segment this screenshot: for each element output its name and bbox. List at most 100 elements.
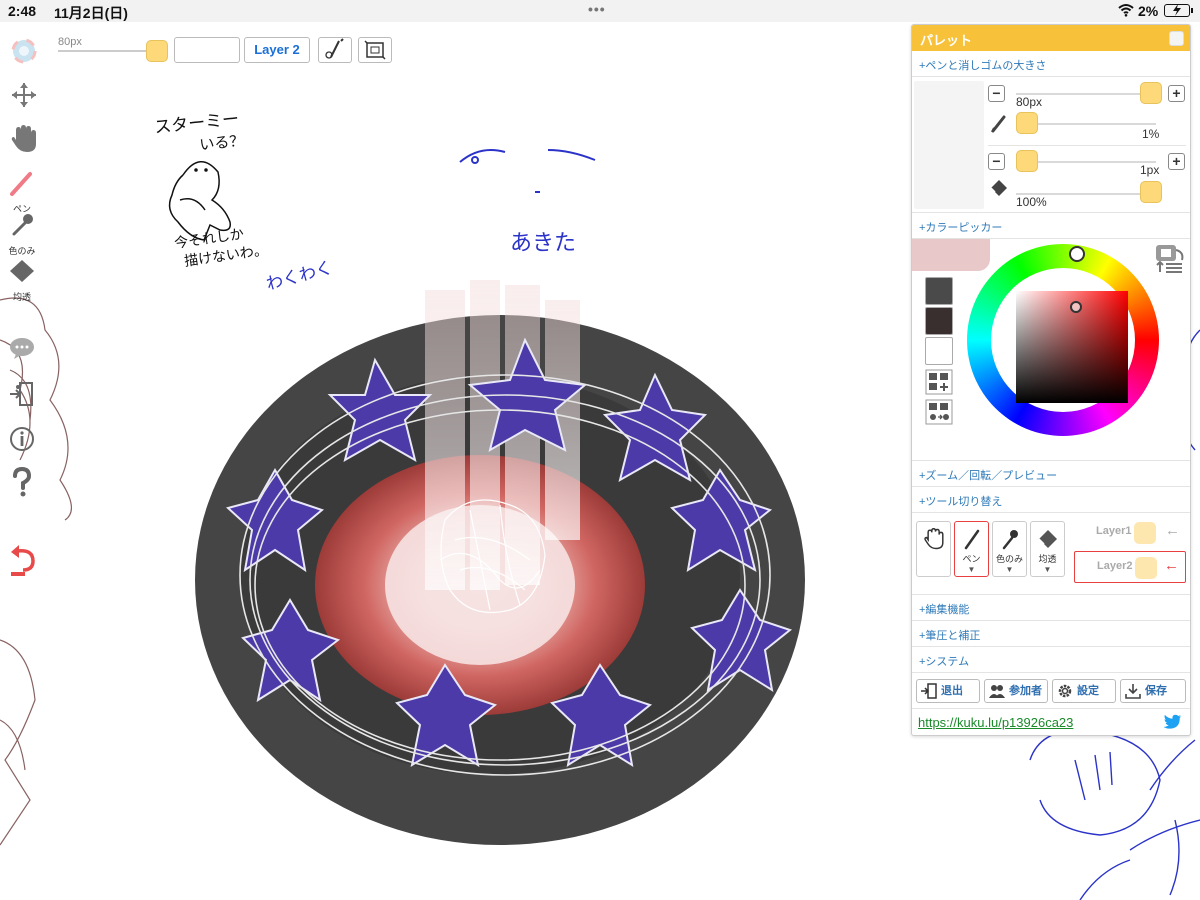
palette-panel: パレット +ペンと消しゴムの大きさ − + 80px 1% − + 1px 10… (911, 24, 1191, 736)
brush-size-slider-knob[interactable] (146, 40, 168, 62)
door-exit-icon (10, 382, 33, 406)
swatch-3[interactable] (925, 337, 953, 365)
doodle-text-5: わくわく (264, 258, 335, 295)
pen-gear-icon (325, 38, 344, 59)
section-zoom[interactable]: +ズーム／回転／プレビュー (912, 461, 1190, 487)
sv-picker-handle[interactable] (1070, 301, 1082, 313)
section-system[interactable]: +システム (912, 647, 1190, 673)
brush-size-slider-track[interactable] (58, 50, 158, 52)
section-tool-switch[interactable]: +ツール切り替え (912, 487, 1190, 513)
transform-icon (364, 40, 386, 60)
layer-1-arrow-icon: ← (1165, 522, 1180, 539)
save-button-label: 保存 (1145, 685, 1167, 697)
palette-header[interactable]: パレット (912, 25, 1190, 51)
pen-opacity-value: 1% (1142, 127, 1160, 141)
hue-picker-handle[interactable] (1069, 246, 1085, 262)
eraser-size-minus-button[interactable]: − (988, 153, 1005, 170)
pen-settings-button[interactable] (318, 37, 352, 63)
layer-2-opacity-knob[interactable] (1135, 557, 1157, 579)
undo-icon (11, 545, 35, 576)
layer-row-1[interactable]: Layer1 ← (1074, 517, 1186, 549)
tool-eyedropper-label: 色のみ (995, 554, 1023, 564)
people-icon (989, 685, 1005, 698)
doodle-text-6: あきた (510, 231, 576, 256)
doodle-text-2: いる？ (199, 131, 246, 154)
eyedropper-tool-button[interactable]: 色のみ (0, 212, 44, 257)
swatch-2[interactable] (925, 307, 953, 335)
status-bar: 2:48 11月2日(日) ••• 2% (0, 0, 1200, 22)
transform-button[interactable] (358, 37, 392, 63)
app-root: { "status_bar": { "time": "2:48", "date"… (0, 0, 1200, 900)
hand-icon (11, 125, 36, 152)
tool-eyedropper-button[interactable]: 色のみ ▼ (992, 521, 1027, 577)
color-mode-icon[interactable] (1152, 242, 1186, 276)
pen-tool-button[interactable]: ペン (0, 170, 44, 215)
doodle-face (459, 149, 596, 193)
info-icon (10, 427, 34, 451)
section-pen-eraser-size[interactable]: +ペンと消しゴムの大きさ (912, 51, 1190, 77)
tool-hand-button[interactable] (916, 521, 951, 577)
color-wheel-button[interactable] (2, 38, 46, 69)
move-arrows-icon (12, 83, 36, 107)
layer-switch-button[interactable]: Layer 2 (244, 37, 310, 63)
section-pressure[interactable]: +筆圧と補正 (912, 621, 1190, 647)
section-edit[interactable]: +編集機能 (912, 595, 1190, 621)
palette-close-button[interactable] (1169, 31, 1184, 46)
participants-button[interactable]: 参加者 (984, 679, 1048, 703)
tool-pen-button[interactable]: ペン ▼ (954, 521, 989, 577)
add-swatch-icon[interactable] (925, 369, 953, 395)
pen-opacity-knob[interactable] (1016, 112, 1038, 134)
tool-transparent-button[interactable]: 均透 ▼ (1030, 521, 1065, 577)
layer-row-2[interactable]: Layer2 ← (1074, 551, 1186, 583)
swap-swatch-icon[interactable] (925, 399, 953, 425)
undo-button[interactable] (0, 545, 44, 582)
chat-bubble-icon (10, 338, 34, 359)
layer-2-arrow-icon: ← (1164, 557, 1179, 574)
action-button-row: 退出 参加者 設定 保存 (912, 673, 1190, 709)
eraser-size-plus-button[interactable]: + (1168, 153, 1185, 170)
tool-transparent-label: 均透 (1038, 554, 1057, 564)
exit-button-label: 退出 (941, 685, 963, 697)
move-button[interactable] (2, 82, 46, 113)
brush-size-label: 80px (58, 36, 82, 48)
save-button[interactable]: 保存 (1120, 679, 1186, 703)
eraser-size-value: 1px (1140, 163, 1160, 177)
pen-icon (10, 172, 32, 196)
exit-room-button[interactable] (0, 380, 44, 413)
doodle-character (168, 161, 232, 241)
twitter-icon[interactable] (1164, 714, 1182, 730)
pen-icon (964, 529, 979, 550)
exit-button[interactable]: 退出 (916, 679, 980, 703)
pen-size-plus-button[interactable]: + (1168, 85, 1185, 102)
brush-preview (914, 81, 984, 209)
layer-2-name: Layer2 (1097, 560, 1133, 572)
status-time: 2:48 (8, 3, 37, 19)
battery-icon (1164, 4, 1193, 17)
tool-transparent-dropdown-icon: ▼ (1043, 565, 1052, 574)
chat-button[interactable] (0, 336, 44, 365)
swatch-1[interactable] (925, 277, 953, 305)
multitask-dots[interactable]: ••• (588, 1, 606, 17)
info-button[interactable] (0, 425, 44, 458)
participants-button-label: 参加者 (1009, 685, 1042, 697)
color-wheel-icon (11, 38, 37, 64)
color-preview-box[interactable] (174, 37, 240, 63)
eraser-size-knob[interactable] (1016, 150, 1038, 172)
color-picker-panel (912, 239, 1190, 461)
pen-size-minus-button[interactable]: − (988, 85, 1005, 102)
pen-size-value: 80px (1016, 95, 1043, 109)
transparent-tool-button[interactable]: 均透 (0, 258, 44, 303)
pen-size-knob[interactable] (1140, 82, 1162, 104)
eyedropper-tool-label: 色のみ (8, 246, 36, 256)
layer-1-opacity-knob[interactable] (1134, 522, 1156, 544)
eraser-opacity-knob[interactable] (1140, 181, 1162, 203)
settings-button[interactable]: 設定 (1052, 679, 1116, 703)
settings-button-label: 設定 (1077, 685, 1099, 697)
tool-switch-panel: ペン ▼ 色のみ ▼ 均透 ▼ Layer1 ← Layer2 ← (912, 513, 1190, 595)
section-color-picker[interactable]: +カラーピッカー (912, 213, 1190, 239)
share-link[interactable]: https://kuku.lu/p13926ca23 (918, 715, 1073, 730)
help-button[interactable] (0, 466, 44, 503)
hand-button[interactable] (2, 124, 46, 159)
status-date: 11月2日(日) (54, 5, 128, 21)
tool-pen-dropdown-icon: ▼ (967, 565, 976, 574)
